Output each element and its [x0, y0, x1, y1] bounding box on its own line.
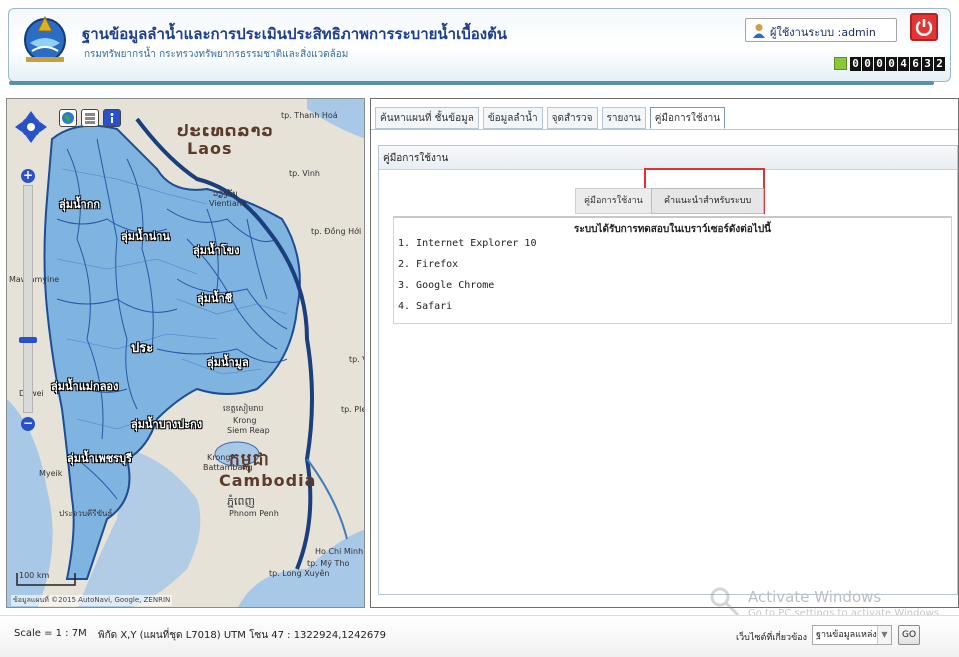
- tab-divider: [371, 129, 958, 130]
- subtab-user-manual[interactable]: คู่มือการใช้งาน: [575, 188, 652, 214]
- city-label: Krong: [233, 416, 257, 425]
- browser-item: 1. Internet Explorer 10: [398, 238, 537, 249]
- zoom-out-button[interactable]: −: [21, 417, 35, 431]
- country-label: Laos: [187, 139, 233, 158]
- tab-river-data[interactable]: ข้อมูลลำน้ำ: [482, 107, 543, 129]
- browser-item: 2. Firefox: [398, 259, 459, 270]
- coordinate-readout: พิกัด X,Y (แผนที่ชุด L7018) UTM โซน 47 :…: [98, 630, 386, 641]
- pan-control[interactable]: [15, 111, 47, 143]
- city-label: ខេត្តសៀមរាប: [223, 404, 264, 413]
- counter-digit: 6: [910, 57, 921, 71]
- basin-label: ประ: [131, 341, 154, 356]
- map-attribution: ข้อมูลแผนที่ ©2015 AutoNavi, Google, ZEN…: [11, 595, 173, 606]
- basin-label: ลุ่มน้ำเพชรบุรี: [67, 452, 132, 465]
- basin-label: ลุ่มน้ำกก: [59, 198, 101, 211]
- city-label: Siem Reap: [227, 426, 270, 435]
- city-label: tp. Thanh Hoá: [281, 111, 338, 120]
- manual-content: คู่มือการใช้งาน คู่มือการใช้งาน คำแนะนำส…: [378, 145, 958, 595]
- browser-item: 4. Safari: [398, 301, 453, 312]
- tab-user-manual[interactable]: คู่มือการใช้งาน: [649, 107, 726, 129]
- visitor-counter: 0 0 0 0 4 6 3 2: [850, 57, 945, 71]
- counter-digit: 3: [922, 57, 933, 71]
- zoom-in-button[interactable]: +: [21, 169, 35, 183]
- counter-digit: 0: [874, 57, 885, 71]
- city-label: tp. Mỹ Tho: [307, 559, 350, 568]
- site-title: ฐานข้อมูลลำน้ำและการประเมินประสิทธิภาพกา…: [82, 25, 508, 43]
- power-icon: [915, 19, 933, 36]
- city-label: Vientiane: [209, 199, 247, 208]
- related-sites-label: เว็บไซต์ที่เกี่ยวข้อง: [736, 633, 808, 643]
- scale-text: 100 km: [19, 571, 50, 580]
- content-title: คู่มือการใช้งาน: [383, 153, 449, 164]
- counter-digit: 0: [886, 57, 897, 71]
- basin-label: ลุ่มน้ำน่าน: [121, 230, 170, 243]
- info-icon[interactable]: [103, 109, 121, 127]
- city-label: tp. Plei: [341, 405, 364, 414]
- chevron-down-icon: ▼: [877, 626, 891, 644]
- city-label: tp. Vi: [349, 355, 364, 364]
- tab-bar: ค้นหาแผนที่ ชั้นข้อมูล ข้อมูลลำน้ำ จุดสำ…: [375, 107, 726, 129]
- tab-map-search[interactable]: ค้นหาแผนที่ ชั้นข้อมูล: [375, 107, 479, 129]
- user-icon: [753, 24, 765, 38]
- activation-watermark-title: Activate Windows: [748, 588, 882, 606]
- logout-button[interactable]: [910, 13, 938, 41]
- department-logo: [24, 15, 66, 62]
- site-subtitle: กรมทรัพยากรน้ำ กระทรวงทรัพยากรธรรมชาติแล…: [84, 49, 349, 60]
- tab-reports[interactable]: รายงาน: [601, 107, 646, 129]
- user-label: ผู้ใช้งานระบบ :admin: [770, 26, 876, 39]
- user-box[interactable]: ผู้ใช้งานระบบ :admin: [745, 18, 897, 42]
- country-label: Cambodia: [219, 471, 317, 490]
- city-label: Phnom Penh: [229, 509, 279, 518]
- counter-digit: 2: [934, 57, 945, 71]
- city-label: Ho Chi Minh: [315, 547, 364, 556]
- city-label: Battambang: [203, 463, 253, 472]
- city-label: Myeik: [39, 469, 63, 478]
- browser-requirements-box: ระบบได้รับการทดสอบในเบราว์เซอร์ดังต่อไปน…: [393, 216, 952, 324]
- counter-digit: 4: [898, 57, 909, 71]
- subtab-system-recommendation[interactable]: คำแนะนำสำหรับระบบ: [651, 188, 765, 214]
- scale-label: Scale = 1 : 7M: [14, 628, 87, 639]
- status-bar: Scale = 1 : 7M พิกัด X,Y (แผนที่ชุด L701…: [0, 615, 959, 657]
- city-label: tp. Long Xuyên: [269, 569, 330, 578]
- layers-icon[interactable]: [81, 109, 99, 127]
- content-header: คู่มือการใช้งาน: [379, 146, 957, 170]
- header-stripe: [9, 81, 934, 85]
- basin-label: ลุ่มน้ำโขง: [193, 244, 240, 257]
- zoom-slider-thumb[interactable]: [19, 337, 37, 343]
- basin-label: ลุ่มน้ำมูล: [207, 356, 249, 369]
- related-sites-select[interactable]: ฐานข้อมูลแหล่งน้ำ ▼: [812, 625, 892, 645]
- city-label: tp. Vinh: [289, 169, 320, 178]
- city-label: Krong: [207, 453, 231, 462]
- city-label: Mawlamyine: [9, 275, 60, 284]
- counter-digit: 0: [862, 57, 873, 71]
- counter-icon: [834, 57, 847, 70]
- zoom-slider-track[interactable]: [23, 185, 33, 413]
- browser-heading: ระบบได้รับการทดสอบในเบราว์เซอร์ดังต่อไปน…: [573, 224, 772, 235]
- map-view[interactable]: ປະເທດລາວ Laos កម្ពុជា Cambodia tp. Thanh…: [6, 98, 365, 608]
- tab-survey-points[interactable]: จุดสำรวจ: [546, 107, 598, 129]
- counter-digit: 0: [850, 57, 861, 71]
- country-label: ປະເທດລາວ: [177, 121, 274, 140]
- info-panel: ค้นหาแผนที่ ชั้นข้อมูล ข้อมูลลำน้ำ จุดสำ…: [370, 98, 959, 608]
- city-label: ວຽງຈັນ: [213, 189, 238, 198]
- basin-label: ลุ่มน้ำแม่กลอง: [51, 380, 119, 393]
- map-toolbar: [59, 109, 121, 127]
- city-label: tp. Đồng Hới: [311, 227, 362, 236]
- browser-item: 3. Google Chrome: [398, 280, 495, 291]
- header: ฐานข้อมูลลำน้ำและการประเมินประสิทธิภาพกา…: [0, 0, 959, 88]
- activation-key-icon: [710, 587, 740, 617]
- basin-label: ลุ่มน้ำชี: [197, 292, 233, 305]
- city-label: ประจวบคีรีขันธ์: [59, 509, 113, 518]
- globe-icon[interactable]: [59, 109, 77, 127]
- go-button[interactable]: GO: [898, 625, 920, 645]
- basin-label: ลุ่มน้ำบางปะกง: [131, 418, 203, 431]
